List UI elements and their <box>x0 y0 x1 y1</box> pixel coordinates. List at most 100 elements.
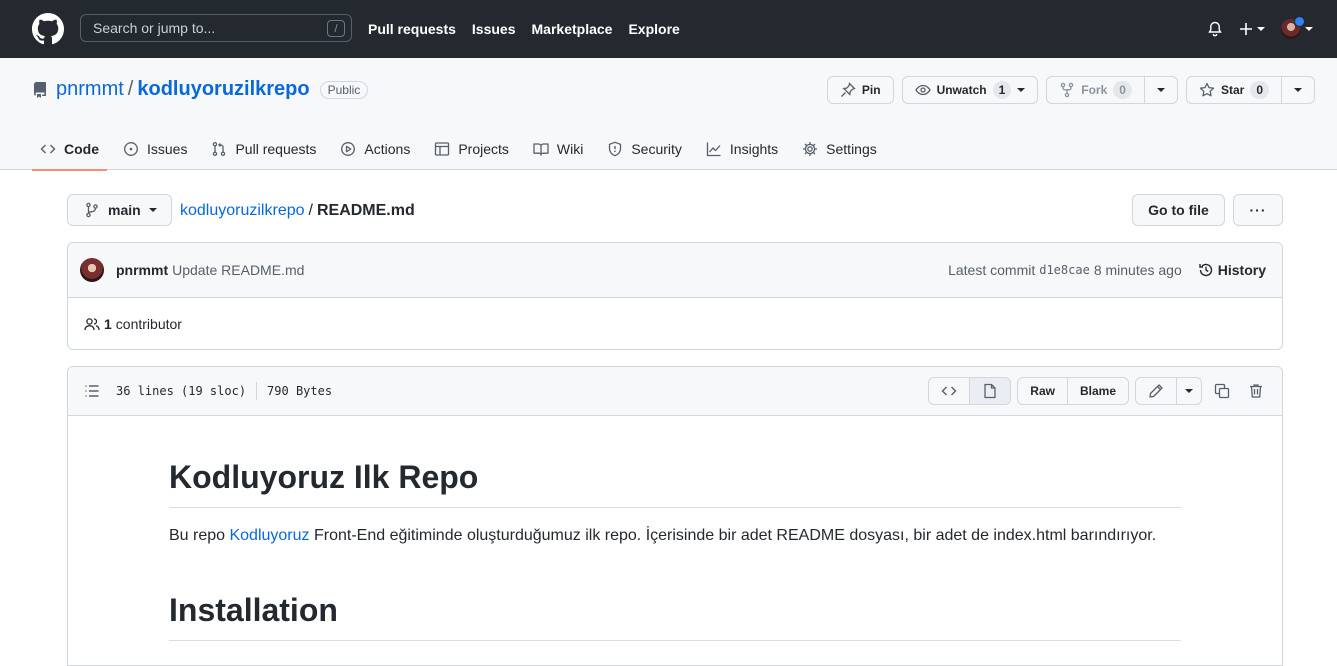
people-icon <box>84 318 100 331</box>
pin-button[interactable]: Pin <box>826 76 894 104</box>
go-to-file-button[interactable]: Go to file <box>1132 194 1225 226</box>
tab-settings[interactable]: Settings <box>794 128 885 170</box>
global-nav: Pull requests Issues Marketplace Explore <box>368 0 680 58</box>
readme-heading-installation: Installation <box>169 590 1181 641</box>
tab-code[interactable]: Code <box>32 128 107 171</box>
user-menu-dropdown[interactable] <box>1281 16 1313 39</box>
raw-blame-group: Raw Blame <box>1017 377 1129 405</box>
visibility-badge: Public <box>319 80 369 99</box>
branch-selector[interactable]: main <box>67 194 172 226</box>
chevron-down-icon <box>1257 27 1265 31</box>
tab-label: Projects <box>458 141 509 157</box>
repo-name-link[interactable]: kodluyoruzilkrepo <box>137 78 309 101</box>
tab-projects[interactable]: Projects <box>426 128 517 170</box>
commit-message-link[interactable]: Update README.md <box>172 262 304 278</box>
graph-icon <box>706 142 721 157</box>
tab-label: Actions <box>364 141 411 157</box>
history-label: History <box>1217 262 1266 278</box>
edit-group <box>1135 377 1202 405</box>
pull-request-icon <box>213 141 226 157</box>
repo-icon <box>34 81 46 98</box>
commit-time: 8 minutes ago <box>1093 262 1182 278</box>
pencil-icon <box>1149 384 1163 398</box>
blame-button[interactable]: Blame <box>1066 378 1128 404</box>
code-icon <box>941 386 957 396</box>
source-view-button[interactable] <box>929 378 969 404</box>
author-avatar[interactable] <box>80 258 104 282</box>
rendered-view-button[interactable] <box>969 378 1011 404</box>
fork-icon <box>1061 82 1074 98</box>
nav-marketplace[interactable]: Marketplace <box>532 21 613 37</box>
star-button[interactable]: Star 0 <box>1185 76 1315 104</box>
plus-icon <box>1240 23 1252 35</box>
outline-list-icon[interactable] <box>84 383 100 399</box>
breadcrumb-separator: / <box>308 202 313 219</box>
kodluyoruz-link[interactable]: Kodluyoruz <box>229 527 309 544</box>
breadcrumb-file-name: README.md <box>316 202 415 219</box>
watch-count: 1 <box>992 81 1012 99</box>
breadcrumb-repo-link[interactable]: kodluyoruzilkrepo <box>180 202 305 220</box>
file-toolbar: Raw Blame <box>928 377 1270 405</box>
tab-wiki[interactable]: Wiki <box>525 128 591 170</box>
chevron-down-icon <box>1185 389 1193 393</box>
raw-button[interactable]: Raw <box>1018 378 1067 404</box>
tab-label: Security <box>631 141 682 157</box>
tab-pull-requests[interactable]: Pull requests <box>203 128 324 170</box>
chevron-down-icon <box>1156 88 1165 92</box>
divider <box>256 382 258 400</box>
unwatch-label: Unwatch <box>936 83 987 97</box>
header-actions <box>1207 0 1313 58</box>
tab-actions[interactable]: Actions <box>332 128 418 170</box>
breadcrumb: kodluyoruzilkrepo / README.md <box>180 202 415 220</box>
github-logo-icon[interactable] <box>32 13 64 45</box>
tab-insights[interactable]: Insights <box>698 128 786 170</box>
star-label: Star <box>1220 83 1245 97</box>
tab-security[interactable]: Security <box>599 128 690 170</box>
fork-label: Fork <box>1081 83 1108 97</box>
contributors-count: 1 <box>104 316 112 332</box>
branch-name: main <box>108 202 141 218</box>
shield-icon <box>609 141 622 157</box>
edit-dropdown[interactable] <box>1176 378 1201 404</box>
branch-icon <box>86 202 98 218</box>
unwatch-button[interactable]: Unwatch 1 <box>901 76 1039 104</box>
commit-sha-link[interactable]: d1e8cae <box>1039 263 1090 277</box>
tab-label: Pull requests <box>235 141 317 157</box>
nav-explore[interactable]: Explore <box>628 21 679 37</box>
history-link[interactable]: History <box>1198 262 1266 278</box>
file-info: 36 lines (19 sloc) 790 Bytes <box>116 382 332 400</box>
eye-icon <box>914 84 931 96</box>
issue-icon <box>124 142 138 156</box>
repo-title: pnrmmt / kodluyoruzilkrepo Public <box>32 78 369 101</box>
repo-separator: / <box>127 78 134 100</box>
contributors-row[interactable]: 1 contributor <box>68 298 1282 350</box>
search-placeholder: Search or jump to... <box>93 20 216 36</box>
tab-label: Insights <box>729 141 779 157</box>
fork-button[interactable]: Fork 0 <box>1046 76 1178 104</box>
repo-owner-link[interactable]: pnrmmt <box>56 78 124 101</box>
tab-issues[interactable]: Issues <box>115 128 195 170</box>
star-dropdown[interactable] <box>1281 77 1314 103</box>
chevron-down-icon <box>1294 88 1302 92</box>
fork-dropdown[interactable] <box>1143 77 1177 103</box>
latest-commit-box: pnrmmt Update README.md Latest commit d1… <box>67 242 1283 350</box>
file-size: 790 Bytes <box>267 384 333 398</box>
tab-label: Settings <box>826 141 877 157</box>
copy-button[interactable] <box>1208 377 1236 405</box>
star-icon <box>1199 82 1215 97</box>
chevron-down-icon <box>1305 27 1313 31</box>
delete-button[interactable] <box>1242 377 1270 405</box>
pin-icon <box>840 82 856 97</box>
repo-header: pnrmmt / kodluyoruzilkrepo Public Pin Un… <box>0 58 1337 171</box>
search-input[interactable]: Search or jump to... / <box>80 14 352 42</box>
chevron-down-icon <box>148 208 157 212</box>
user-avatar <box>1281 16 1305 39</box>
nav-pull-requests[interactable]: Pull requests <box>368 21 456 37</box>
commit-author-link[interactable]: pnrmmt <box>116 262 168 278</box>
edit-button[interactable] <box>1136 378 1176 404</box>
gear-icon <box>803 142 818 156</box>
more-options-button[interactable]: ··· <box>1233 194 1283 226</box>
notifications-bell-icon[interactable] <box>1207 21 1223 37</box>
create-new-dropdown[interactable] <box>1239 22 1265 36</box>
nav-issues[interactable]: Issues <box>472 21 516 37</box>
